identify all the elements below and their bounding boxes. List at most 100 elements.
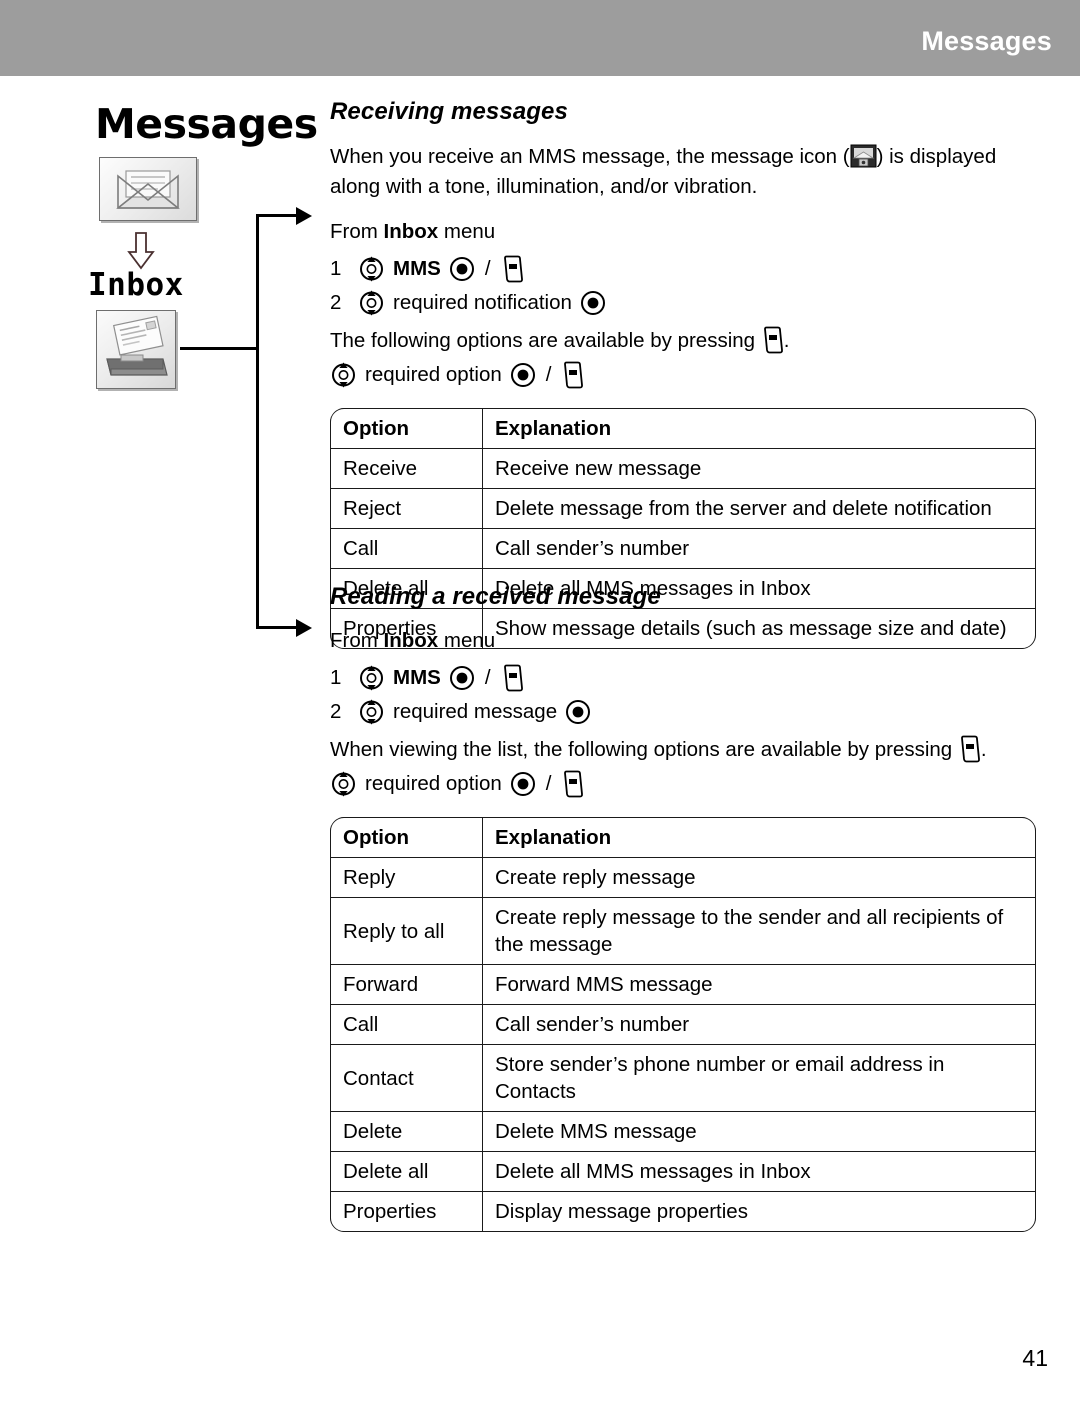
- step-label: MMS: [393, 666, 441, 689]
- section-heading: Reading a received message: [330, 583, 661, 610]
- select-key-icon: [510, 362, 536, 388]
- options-intro-line: The following options are available by p…: [330, 326, 1036, 356]
- navigation-key-icon: [358, 664, 385, 692]
- option-select-row: required option /: [330, 358, 1036, 392]
- column-header-explanation: Explanation: [482, 817, 1036, 858]
- column-header-option: Option: [330, 408, 483, 449]
- from-suffix: menu: [438, 220, 496, 243]
- select-key-icon: [580, 290, 606, 316]
- cell-option: Forward: [330, 964, 483, 1005]
- options-intro-text-after: .: [783, 329, 790, 352]
- section-reading-received-message: Reading a received message From Inbox me…: [330, 583, 1036, 1232]
- cell-explanation: Display message properties: [482, 1191, 1036, 1232]
- select-key-icon: [449, 665, 475, 691]
- table-header-row: Option Explanation: [330, 408, 1036, 449]
- options-intro-text: When viewing the list, the following opt…: [330, 738, 958, 761]
- intro-text-before: When you receive an MMS message, the mes…: [330, 145, 850, 168]
- page-number: 41: [1022, 1345, 1048, 1371]
- table-row: Delete all Delete all MMS messages in In…: [330, 1151, 1036, 1192]
- connector-arrowhead-bottom: [296, 619, 312, 637]
- options-intro-text-after: .: [980, 738, 987, 761]
- select-key-icon: [449, 256, 475, 282]
- cell-explanation: Create reply message: [482, 857, 1036, 898]
- select-key-icon: [565, 699, 591, 725]
- key-separator: /: [545, 363, 552, 386]
- step-item: 1 MMS /: [330, 252, 1036, 286]
- soft-key-icon: [958, 735, 981, 763]
- step-label: required message: [393, 700, 558, 723]
- section-intro-paragraph: When you receive an MMS message, the mes…: [330, 142, 1030, 202]
- table-row: Reply Create reply message: [330, 857, 1036, 898]
- soft-key-icon: [501, 664, 524, 692]
- cell-option: Reply: [330, 857, 483, 898]
- soft-key-icon: [761, 326, 784, 354]
- key-separator: /: [545, 772, 552, 795]
- step-number: 1: [330, 257, 342, 280]
- key-separator: /: [484, 666, 491, 689]
- envelope-icon-glyph: [116, 170, 180, 209]
- soft-key-icon: [501, 255, 524, 283]
- table-header-row: Option Explanation: [330, 817, 1036, 858]
- table-row: Reply to all Create reply message to the…: [330, 897, 1036, 965]
- cell-option: Contact: [330, 1044, 483, 1112]
- cell-explanation: Forward MMS message: [482, 964, 1036, 1005]
- step-number: 2: [330, 700, 342, 723]
- rail-subsection-label: Inbox: [88, 267, 184, 303]
- envelope-icon: [99, 157, 197, 221]
- cell-explanation: Delete all MMS messages in Inbox: [482, 1151, 1036, 1192]
- table-row: Call Call sender’s number: [330, 528, 1036, 569]
- inbox-tray-icon: [96, 310, 176, 389]
- down-arrow-icon: [127, 232, 155, 270]
- step-item: 2 required message: [330, 695, 1036, 729]
- navigation-key-icon: [358, 255, 385, 283]
- cell-option: Reply to all: [330, 897, 483, 965]
- option-select-label: required option: [365, 772, 502, 795]
- cell-option: Call: [330, 528, 483, 569]
- table-row: Delete Delete MMS message: [330, 1111, 1036, 1152]
- column-header-explanation: Explanation: [482, 408, 1036, 449]
- cell-option: Delete all: [330, 1151, 483, 1192]
- options-table-reading: Option Explanation Reply Create reply me…: [330, 817, 1036, 1232]
- down-arrow-glyph: [127, 232, 155, 270]
- message-indicator-icon: [850, 144, 877, 168]
- option-select-label: required option: [365, 363, 502, 386]
- from-menu-line: From Inbox menu: [330, 629, 1036, 653]
- step-number: 1: [330, 666, 342, 689]
- page-header-bar: [0, 0, 1080, 76]
- soft-key-icon: [561, 770, 584, 798]
- section-receiving-messages: Receiving messages When you receive an M…: [330, 98, 1036, 649]
- from-prefix: From: [330, 220, 384, 243]
- cell-explanation: Delete MMS message: [482, 1111, 1036, 1152]
- inbox-tray-icon-glyph: [106, 315, 168, 376]
- options-intro-line: When viewing the list, the following opt…: [330, 735, 1036, 765]
- options-intro-text: The following options are available by p…: [330, 329, 761, 352]
- connector-line-vertical: [256, 214, 259, 629]
- table-row: Properties Display message properties: [330, 1191, 1036, 1232]
- connector-line-branch-bottom: [256, 626, 298, 629]
- cell-option: Reject: [330, 488, 483, 529]
- step-label: MMS: [393, 257, 441, 280]
- from-menu-name: Inbox: [383, 629, 439, 652]
- connector-arrowhead-top: [296, 207, 312, 225]
- key-separator: /: [484, 257, 491, 280]
- connector-line-branch-top: [256, 214, 298, 217]
- select-key-icon: [510, 771, 536, 797]
- soft-key-icon: [561, 361, 584, 389]
- navigation-key-icon: [330, 361, 357, 389]
- column-header-option: Option: [330, 817, 483, 858]
- step-item: 2 required notification: [330, 286, 1036, 320]
- from-suffix: menu: [438, 629, 496, 652]
- table-row: Call Call sender’s number: [330, 1004, 1036, 1045]
- cell-explanation: Call sender’s number: [482, 1004, 1036, 1045]
- rail-chapter-title: Messages: [95, 100, 318, 148]
- table-row: Contact Store sender’s phone number or e…: [330, 1044, 1036, 1112]
- step-label: required notification: [393, 291, 572, 314]
- connector-line-horizontal: [180, 347, 258, 350]
- table-row: Forward Forward MMS message: [330, 964, 1036, 1005]
- from-prefix: From: [330, 629, 384, 652]
- cell-option: Receive: [330, 448, 483, 489]
- table-row: Receive Receive new message: [330, 448, 1036, 489]
- from-menu-line: From Inbox menu: [330, 220, 1036, 244]
- cell-explanation: Store sender’s phone number or email add…: [482, 1044, 1036, 1112]
- cell-option: Properties: [330, 1191, 483, 1232]
